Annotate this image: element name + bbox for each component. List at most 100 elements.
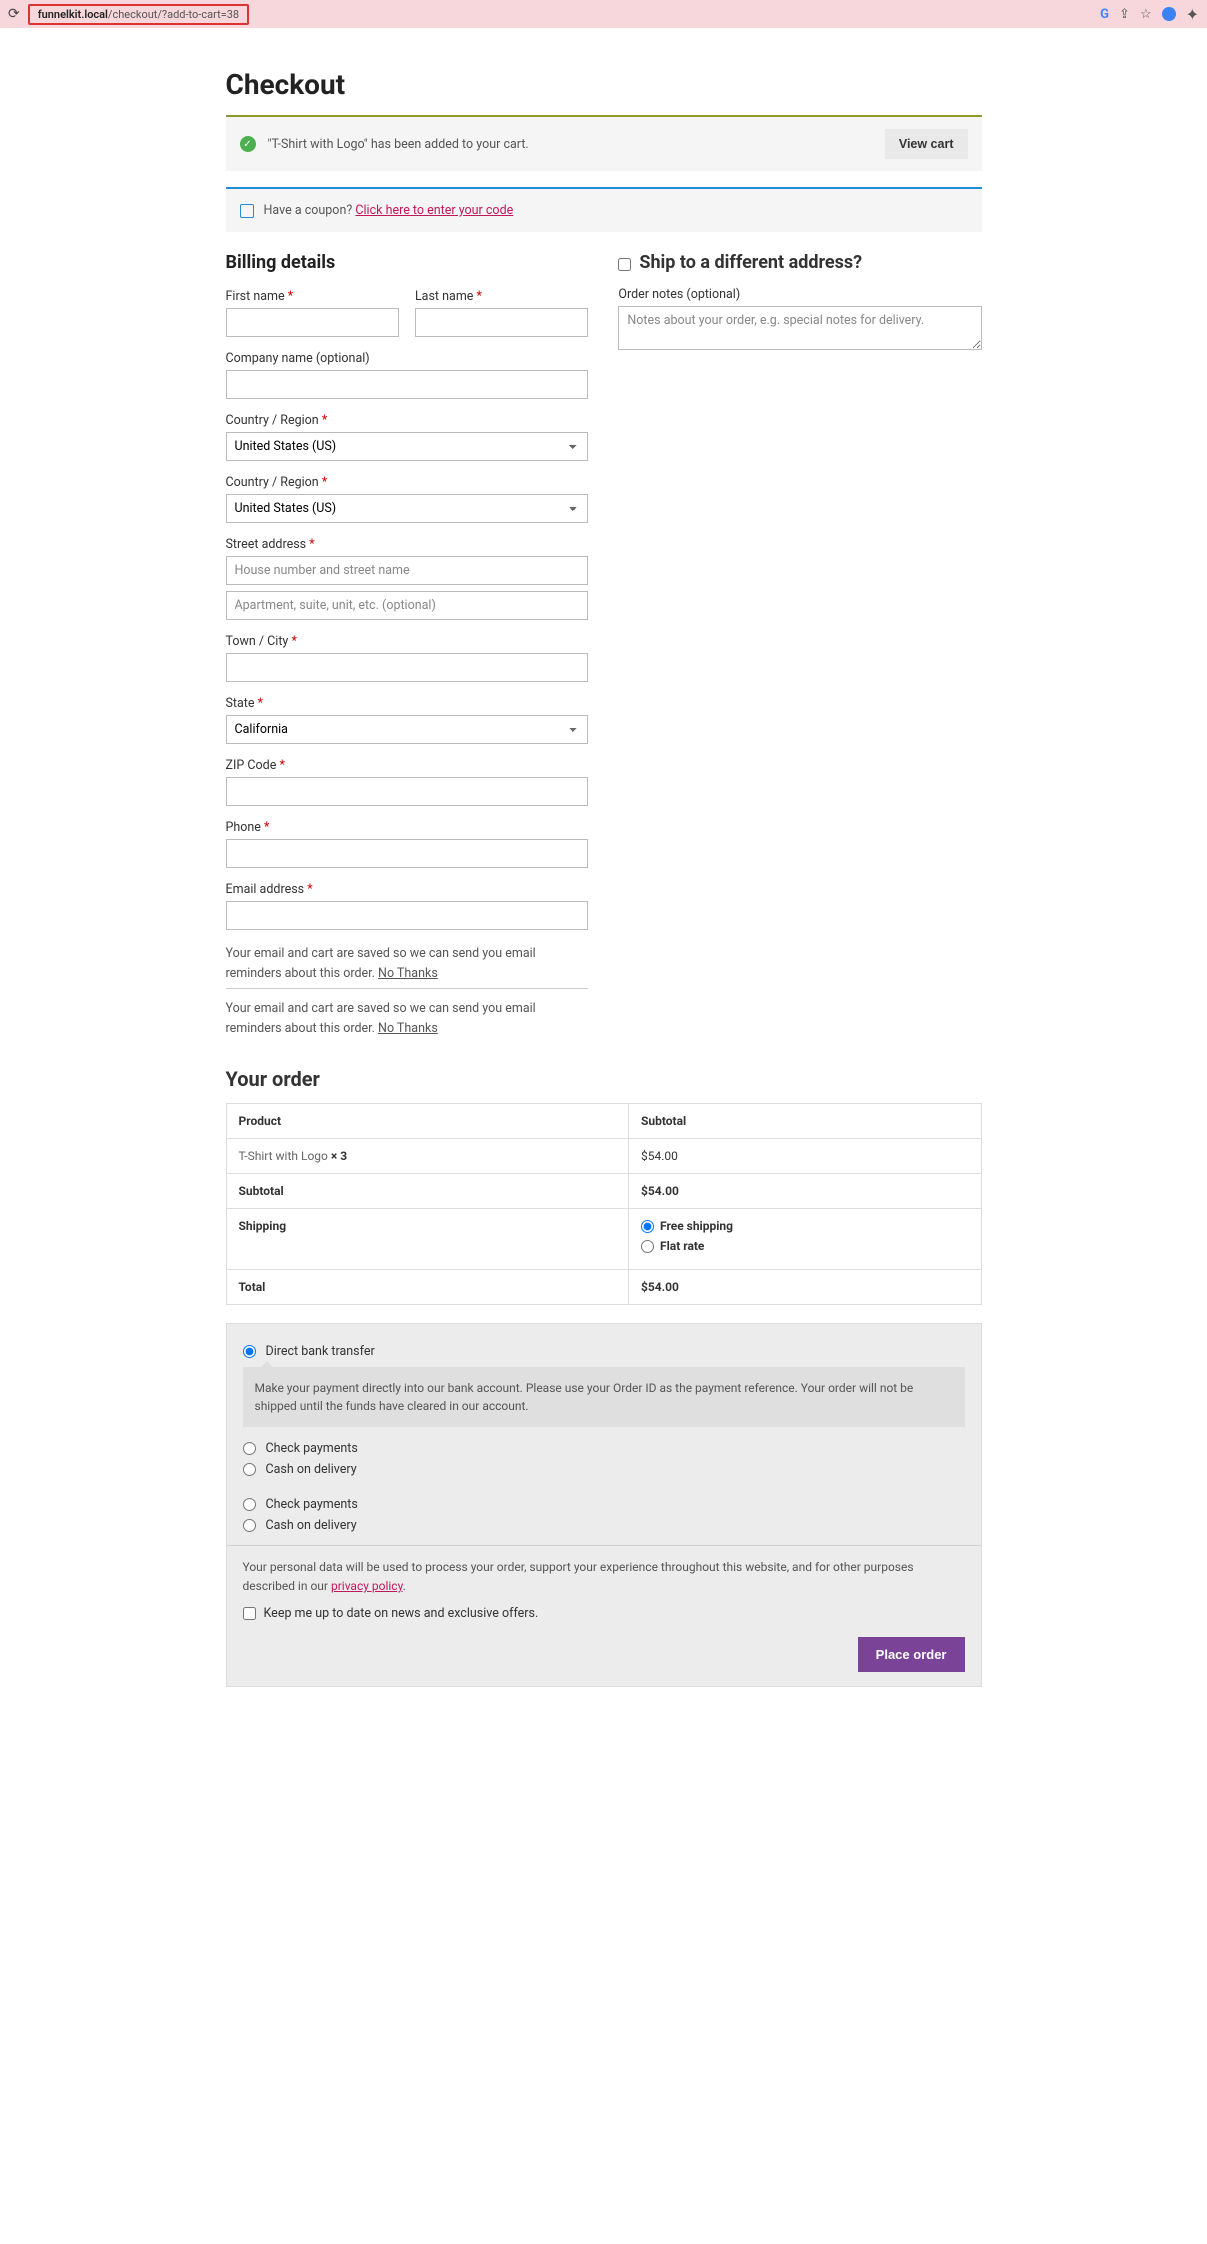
total-label: Total	[226, 1270, 629, 1305]
order-notes-label: Order notes (optional)	[618, 287, 981, 302]
item-name: T-Shirt with Logo	[239, 1149, 331, 1163]
pay-cod-option-2[interactable]: Cash on delivery	[243, 1518, 965, 1533]
country-select[interactable]: United States (US)	[226, 432, 589, 461]
newsletter-checkbox[interactable]	[243, 1607, 256, 1620]
company-label: Company name (optional)	[226, 351, 589, 366]
pay-check-label: Check payments	[266, 1441, 358, 1456]
share-icon[interactable]: ⇪	[1119, 7, 1130, 22]
pay-cod-radio[interactable]	[243, 1463, 256, 1476]
extensions-icon[interactable]: ✦	[1186, 5, 1199, 24]
url-bar[interactable]: funnelkit.local/checkout/?add-to-cart=38	[28, 4, 249, 25]
shipping-label: Shipping	[226, 1209, 629, 1270]
google-icon[interactable]: G	[1100, 7, 1109, 22]
col-subtotal: Subtotal	[629, 1104, 981, 1139]
pay-cod-radio-2[interactable]	[243, 1519, 256, 1532]
country-label: Country / Region *	[226, 413, 589, 428]
ship-flat-radio[interactable]	[641, 1240, 654, 1253]
billing-column: Billing details First name * Last name *…	[226, 252, 589, 1043]
last-name-label: Last name *	[415, 289, 588, 304]
url-path: /checkout/?add-to-cart=38	[108, 8, 239, 21]
ship-different-row: Ship to a different address?	[618, 252, 981, 273]
last-name-input[interactable]	[415, 308, 588, 337]
state-select[interactable]: California	[226, 715, 589, 744]
email-input[interactable]	[226, 901, 589, 930]
cart-notice: ✓ "T-Shirt with Logo" has been added to …	[226, 117, 982, 171]
table-row: Subtotal $54.00	[226, 1174, 981, 1209]
table-row: T-Shirt with Logo × 3 $54.00	[226, 1139, 981, 1174]
ship-free-option[interactable]: Free shipping	[641, 1219, 968, 1233]
url-host: funnelkit.local	[38, 8, 108, 21]
star-icon[interactable]: ☆	[1140, 7, 1152, 22]
subtotal-label: Subtotal	[226, 1174, 629, 1209]
street-address-2-input[interactable]	[226, 591, 589, 620]
your-order-title: Your order	[226, 1067, 982, 1091]
browser-bar: ⟳ funnelkit.local/checkout/?add-to-cart=…	[0, 0, 1207, 28]
url-container: funnelkit.local/checkout/?add-to-cart=38	[28, 4, 1092, 25]
ship-different-title: Ship to a different address?	[639, 252, 862, 273]
town-input[interactable]	[226, 653, 589, 682]
item-qty: × 3	[331, 1149, 347, 1163]
checkout-columns: Billing details First name * Last name *…	[226, 252, 982, 1043]
coupon-icon	[240, 204, 254, 218]
country-label-2: Country / Region *	[226, 475, 589, 490]
order-notes-textarea[interactable]	[618, 306, 981, 350]
profile-icon[interactable]	[1162, 7, 1176, 21]
ship-different-checkbox[interactable]	[618, 258, 631, 271]
pay-cod-label-2: Cash on delivery	[266, 1518, 357, 1533]
pay-check-radio-2[interactable]	[243, 1498, 256, 1511]
pay-check-option[interactable]: Check payments	[243, 1441, 965, 1456]
coupon-prompt: Have a coupon? Click here to enter your …	[264, 203, 514, 218]
pay-check-label-2: Check payments	[266, 1497, 358, 1512]
coupon-bar: Have a coupon? Click here to enter your …	[226, 187, 982, 232]
divider	[227, 1545, 981, 1546]
phone-label: Phone *	[226, 820, 589, 835]
coupon-link[interactable]: Click here to enter your code	[355, 203, 513, 218]
zip-input[interactable]	[226, 777, 589, 806]
no-thanks-link-2[interactable]: No Thanks	[378, 1021, 438, 1036]
page-title: Checkout	[226, 68, 982, 101]
company-input[interactable]	[226, 370, 589, 399]
email-label: Email address *	[226, 882, 589, 897]
place-order-button[interactable]: Place order	[858, 1637, 965, 1672]
table-row: Shipping Free shipping Flat rate	[226, 1209, 981, 1270]
billing-title: Billing details	[226, 252, 589, 273]
pay-cod-option[interactable]: Cash on delivery	[243, 1462, 965, 1477]
no-thanks-link-1[interactable]: No Thanks	[378, 966, 438, 981]
payment-box: Direct bank transfer Make your payment d…	[226, 1323, 982, 1687]
total-value: $54.00	[641, 1280, 679, 1294]
refresh-icon[interactable]: ⟳	[8, 6, 20, 22]
notice-message: "T-Shirt with Logo" has been added to yo…	[268, 137, 885, 152]
reminder-text-1: Your email and cart are saved so we can …	[226, 944, 589, 989]
street-address-1-input[interactable]	[226, 556, 589, 585]
reminder-text-2: Your email and cart are saved so we can …	[226, 999, 589, 1043]
pay-bank-radio[interactable]	[243, 1345, 256, 1358]
pay-bank-option[interactable]: Direct bank transfer	[243, 1344, 965, 1359]
page-content: Checkout ✓ "T-Shirt with Logo" has been …	[214, 28, 994, 1707]
order-table: Product Subtotal T-Shirt with Logo × 3 $…	[226, 1103, 982, 1305]
coupon-prompt-text: Have a coupon?	[264, 203, 353, 218]
first-name-input[interactable]	[226, 308, 399, 337]
item-subtotal: $54.00	[629, 1139, 981, 1174]
col-product: Product	[226, 1104, 629, 1139]
pay-check-option-2[interactable]: Check payments	[243, 1497, 965, 1512]
table-row: Total $54.00	[226, 1270, 981, 1305]
view-cart-button[interactable]: View cart	[885, 129, 968, 159]
ship-flat-option[interactable]: Flat rate	[641, 1239, 968, 1253]
privacy-policy-link[interactable]: privacy policy	[331, 1579, 403, 1593]
subtotal-value: $54.00	[641, 1184, 679, 1198]
privacy-text: Your personal data will be used to proce…	[243, 1558, 965, 1596]
street-label: Street address *	[226, 537, 589, 552]
browser-icons: G ⇪ ☆ ✦	[1100, 5, 1199, 24]
state-label: State *	[226, 696, 589, 711]
first-name-label: First name *	[226, 289, 399, 304]
shipping-column: Ship to a different address? Order notes…	[618, 252, 981, 1043]
newsletter-row: Keep me up to date on news and exclusive…	[243, 1606, 965, 1621]
pay-cod-label: Cash on delivery	[266, 1462, 357, 1477]
ship-free-radio[interactable]	[641, 1220, 654, 1233]
town-label: Town / City *	[226, 634, 589, 649]
newsletter-label: Keep me up to date on news and exclusive…	[264, 1606, 539, 1621]
country-select-2[interactable]: United States (US)	[226, 494, 589, 523]
phone-input[interactable]	[226, 839, 589, 868]
pay-check-radio[interactable]	[243, 1442, 256, 1455]
pay-bank-desc: Make your payment directly into our bank…	[243, 1367, 965, 1427]
